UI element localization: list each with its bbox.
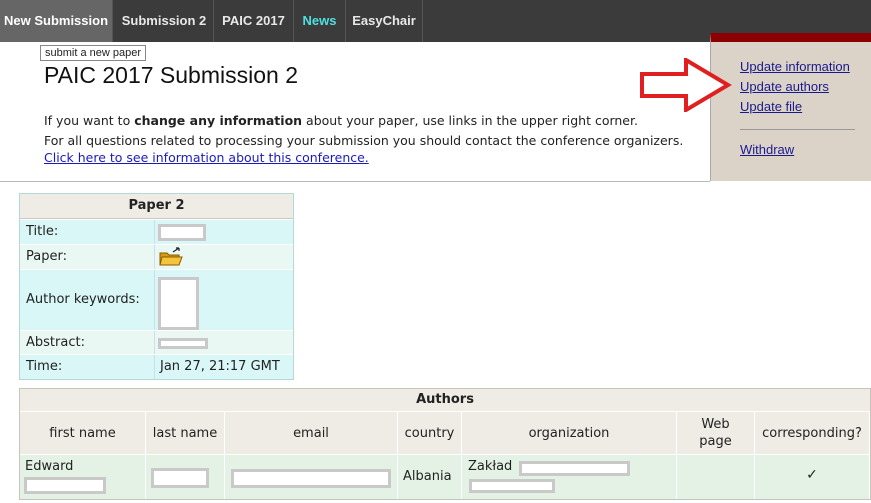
- tooltip: submit a new paper: [40, 45, 146, 61]
- cell-country: Albania: [398, 455, 462, 499]
- value-time: Jan 27, 21:17 GMT: [154, 355, 293, 379]
- update-file-link[interactable]: Update file: [740, 99, 802, 114]
- authors-heading: Authors: [20, 389, 870, 411]
- value-abstract: [154, 331, 293, 354]
- organization-text: Zakład: [468, 459, 513, 474]
- col-email: email: [225, 412, 398, 454]
- row-title: Title:: [20, 219, 293, 244]
- col-country: country: [398, 412, 462, 454]
- header-divider: [0, 181, 710, 182]
- redacted-first-name: [24, 477, 106, 494]
- info-contact-text: For all questions related to processing …: [44, 132, 694, 166]
- update-information-link[interactable]: Update information: [740, 59, 850, 74]
- value-paper: [154, 245, 293, 269]
- cell-first-name: Edward: [20, 455, 146, 499]
- redacted-abstract: [158, 338, 208, 349]
- label-paper: Paper:: [20, 245, 154, 269]
- cell-email: [225, 455, 398, 499]
- value-title: [154, 220, 293, 244]
- update-authors-link[interactable]: Update authors: [740, 79, 829, 94]
- info-text-bold: change any information: [134, 113, 303, 128]
- info-text-a: If you want to: [44, 113, 135, 128]
- info-contact-body: For all questions related to processing …: [44, 133, 684, 148]
- corresponding-check: ✓: [806, 467, 818, 483]
- cell-web-page: [677, 455, 755, 499]
- first-name-text: Edward: [25, 459, 74, 474]
- info-text-c: about your paper, use links in the upper…: [302, 113, 638, 128]
- cell-corresponding: ✓: [755, 455, 870, 499]
- label-abstract: Abstract:: [20, 331, 154, 354]
- panel-divider: [740, 129, 855, 130]
- row-keywords: Author keywords:: [20, 269, 293, 330]
- tab-new-submission[interactable]: New Submission: [0, 0, 113, 42]
- col-last-name: last name: [146, 412, 225, 454]
- redacted-title: [158, 224, 206, 241]
- folder-icon[interactable]: [159, 247, 183, 267]
- cell-last-name: [146, 455, 225, 499]
- row-paper: Paper:: [20, 244, 293, 269]
- paper-details-table: Paper 2 Title: Paper: Author keywords: A…: [19, 193, 294, 380]
- row-time: Time: Jan 27, 21:17 GMT: [20, 354, 293, 379]
- actions-panel: Update information Update authors Update…: [710, 33, 871, 181]
- conference-info-link[interactable]: Click here to see information about this…: [44, 150, 369, 165]
- page-title: PAIC 2017 Submission 2: [44, 62, 298, 88]
- redacted-organization-2: [469, 479, 555, 493]
- row-abstract: Abstract:: [20, 330, 293, 354]
- withdraw-link[interactable]: Withdraw: [740, 142, 794, 157]
- tab-paic-2017[interactable]: PAIC 2017: [214, 0, 294, 42]
- col-first-name: first name: [20, 412, 146, 454]
- paper-heading: Paper 2: [20, 194, 293, 219]
- authors-table: Authors first name last name email count…: [19, 388, 871, 500]
- info-change-text: If you want to change any information ab…: [44, 112, 638, 129]
- col-web-page: Web page: [677, 412, 755, 454]
- label-title: Title:: [20, 220, 154, 244]
- tab-submission-2[interactable]: Submission 2: [115, 0, 214, 42]
- label-keywords: Author keywords:: [20, 270, 154, 330]
- tab-easychair[interactable]: EasyChair: [346, 0, 423, 42]
- col-organization: organization: [462, 412, 677, 454]
- col-corresponding: corresponding?: [755, 412, 870, 454]
- redacted-last-name: [151, 468, 209, 488]
- red-arrow-annotation: [640, 58, 732, 112]
- value-keywords: [154, 270, 293, 330]
- redacted-email: [231, 469, 391, 488]
- redacted-keywords: [158, 277, 199, 330]
- tab-news[interactable]: News: [294, 0, 346, 42]
- cell-organization: Zakład: [462, 455, 677, 499]
- redacted-organization-1: [519, 461, 630, 476]
- label-time: Time:: [20, 355, 154, 379]
